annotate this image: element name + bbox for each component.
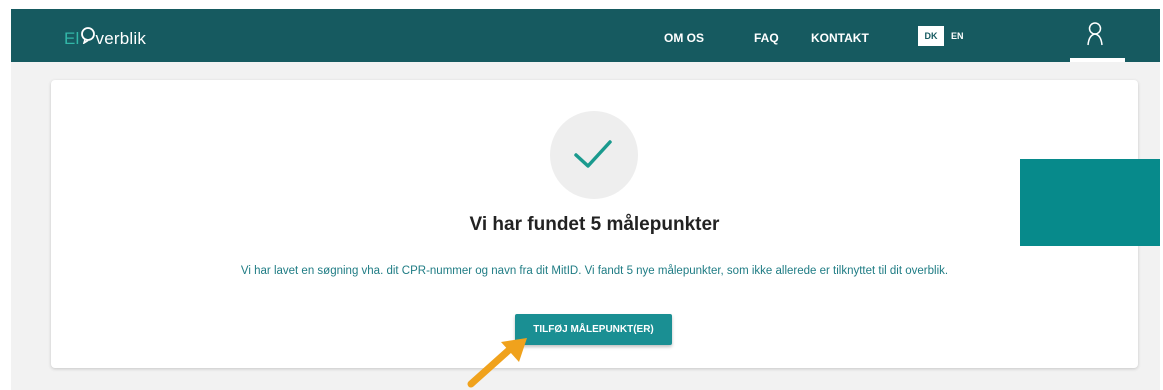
lang-dk-button[interactable]: DK <box>918 26 944 46</box>
logo-bulb-icon <box>80 27 96 49</box>
top-navbar: El verblik OM OS FAQ KONTAKT DK EN <box>11 9 1160 62</box>
nav-faq[interactable]: FAQ <box>754 31 779 45</box>
user-active-indicator <box>1070 58 1125 62</box>
overlay-panel <box>1020 159 1160 246</box>
nav-om-os[interactable]: OM OS <box>664 31 704 45</box>
result-description: Vi har lavet en søgning vha. dit CPR-num… <box>240 265 949 277</box>
logo-el-text: El <box>64 29 80 48</box>
page-title: Vi har fundet 5 målepunkter <box>469 214 720 235</box>
result-card: Vi har fundet 5 målepunkter Vi har lavet… <box>51 80 1138 368</box>
logo-rest-text: verblik <box>95 29 147 48</box>
success-badge <box>550 111 638 199</box>
logo[interactable]: El verblik <box>64 27 146 49</box>
lang-en-button[interactable]: EN <box>951 31 964 41</box>
user-icon[interactable] <box>1085 21 1105 47</box>
add-metering-points-button[interactable]: TILFØJ MÅLEPUNKT(ER) <box>515 314 672 345</box>
arrow-icon <box>467 338 527 388</box>
app-frame: El verblik OM OS FAQ KONTAKT DK EN Vi har… <box>11 9 1160 390</box>
nav-kontakt[interactable]: KONTAKT <box>811 31 869 45</box>
checkmark-icon <box>574 140 612 168</box>
